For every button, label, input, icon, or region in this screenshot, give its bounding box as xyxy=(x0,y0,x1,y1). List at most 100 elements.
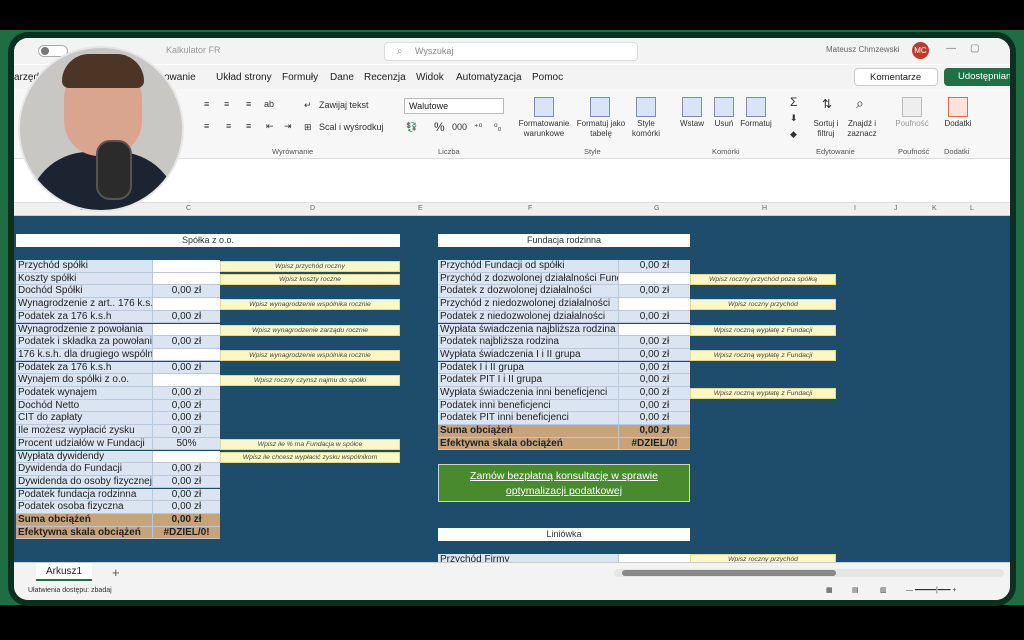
row-value[interactable]: 0,00 zł xyxy=(618,425,690,438)
minimize-icon[interactable]: — xyxy=(946,43,956,54)
row-value[interactable]: 0,00 zł xyxy=(152,310,220,324)
row-value[interactable] xyxy=(618,272,690,286)
align-right-icon[interactable]: ≡ xyxy=(246,121,251,131)
menu-formulas[interactable]: Formuły xyxy=(282,72,318,83)
row-value[interactable]: 0,00 zł xyxy=(152,463,220,476)
indent-increase-icon[interactable]: ⇥ xyxy=(284,121,292,132)
align-bottom-icon[interactable]: ≡ xyxy=(246,99,251,109)
row-value[interactable]: 0,00 zł xyxy=(152,514,220,527)
page-layout-icon[interactable]: ▤ xyxy=(852,586,859,594)
row-value[interactable]: 0,00 zł xyxy=(152,475,220,489)
percent-icon[interactable]: % xyxy=(434,120,445,134)
maximize-icon[interactable]: ▢ xyxy=(970,43,979,54)
page-break-icon[interactable]: ▥ xyxy=(880,586,887,594)
accounting-icon[interactable]: 💱 xyxy=(406,122,417,133)
row-value[interactable]: 0,00 zł xyxy=(618,387,690,400)
row-value[interactable]: 0,00 zł xyxy=(152,412,220,425)
find-select-button[interactable]: Znajdź i zaznacz xyxy=(842,119,882,139)
scrollbar-thumb[interactable] xyxy=(622,570,836,576)
row-value[interactable]: 0,00 zł xyxy=(618,374,690,387)
row-value[interactable]: 0,00 zł xyxy=(618,310,690,324)
row-value[interactable]: 0,00 zł xyxy=(618,260,690,273)
row-value[interactable] xyxy=(152,374,220,387)
zoom-slider[interactable]: — ━━━━━|━━━ + xyxy=(906,586,957,594)
row-value[interactable] xyxy=(152,450,220,464)
row-value[interactable] xyxy=(152,323,220,337)
autosum-icon[interactable]: Σ xyxy=(790,95,797,109)
col-f[interactable]: F xyxy=(528,205,532,212)
row-value[interactable]: 0,00 zł xyxy=(152,285,220,298)
col-k[interactable]: K xyxy=(932,205,937,212)
avatar[interactable]: MC xyxy=(912,42,929,59)
menu-automate[interactable]: Automatyzacja xyxy=(456,72,522,83)
menu-help[interactable]: Pomoc xyxy=(532,72,563,83)
row-value[interactable]: 0,00 zł xyxy=(618,399,690,413)
addins-button[interactable]: Dodatki xyxy=(938,119,978,129)
orientation-icon[interactable]: ab xyxy=(264,99,274,109)
row-value[interactable] xyxy=(152,260,220,273)
align-top-icon[interactable]: ≡ xyxy=(204,99,209,109)
increase-decimal-icon[interactable]: ⁺⁰ xyxy=(474,122,482,133)
consultation-link[interactable]: Zamów bezpłatną konsultację w sprawie op… xyxy=(438,464,690,502)
worksheet-grid[interactable]: Spółka z o.o. Przychód spółki Wpisz przyc… xyxy=(14,216,1010,572)
row-value[interactable] xyxy=(152,272,220,286)
col-c[interactable]: C xyxy=(186,205,191,212)
row-value[interactable] xyxy=(618,298,690,311)
row-value[interactable]: 0,00 zł xyxy=(618,336,690,349)
decrease-decimal-icon[interactable]: ⁰₀ xyxy=(494,122,501,133)
row-value[interactable]: 0,00 zł xyxy=(152,387,220,400)
align-left-icon[interactable]: ≡ xyxy=(204,121,209,131)
search-box[interactable]: ⌕ Wyszukaj xyxy=(384,42,638,61)
col-i[interactable]: I xyxy=(854,205,856,212)
col-j[interactable]: J xyxy=(894,205,898,212)
row-value[interactable] xyxy=(618,323,690,337)
number-format-select[interactable]: Walutowe xyxy=(404,98,504,114)
col-h[interactable]: H xyxy=(762,205,767,212)
row-value[interactable]: #DZIEL/0! xyxy=(152,526,220,540)
comma-style-icon[interactable]: 000 xyxy=(452,122,467,132)
row-value[interactable]: 0,00 zł xyxy=(152,488,220,502)
menu-data[interactable]: Dane xyxy=(330,72,354,83)
row-value[interactable]: 0,00 zł xyxy=(618,361,690,375)
add-sheet-icon[interactable]: + xyxy=(112,565,120,580)
sort-filter-button[interactable]: Sortuj i filtruj xyxy=(808,119,844,139)
col-e[interactable]: E xyxy=(418,205,423,212)
row-value[interactable]: #DZIEL/0! xyxy=(618,437,690,451)
row-value[interactable]: 0,00 zł xyxy=(152,361,220,375)
format-as-table-button[interactable]: Formatuj jako tabelę xyxy=(574,119,628,139)
row-value[interactable]: 0,00 zł xyxy=(152,336,220,349)
clear-icon[interactable]: ◆ xyxy=(790,129,797,140)
indent-decrease-icon[interactable]: ⇤ xyxy=(266,121,274,132)
sensitivity-button[interactable]: Poufność xyxy=(890,119,934,129)
row-value[interactable] xyxy=(152,348,220,362)
row-value[interactable]: 0,00 zł xyxy=(152,399,220,413)
align-middle-icon[interactable]: ≡ xyxy=(224,99,229,109)
col-l[interactable]: L xyxy=(970,205,974,212)
row-value[interactable]: 0,00 zł xyxy=(152,425,220,438)
sheet-tab-arkusz1[interactable]: Arkusz1 xyxy=(36,563,92,581)
row-value[interactable]: 0,00 zł xyxy=(618,348,690,362)
insert-button[interactable]: Wstaw xyxy=(674,119,710,129)
menu-review[interactable]: Recenzja xyxy=(364,72,406,83)
fill-icon[interactable]: ⬇ xyxy=(790,113,798,124)
menu-page-layout[interactable]: Układ strony xyxy=(216,72,272,83)
cell-styles-button[interactable]: Style komórki xyxy=(626,119,666,139)
format-button[interactable]: Formatuj xyxy=(736,119,776,129)
row-value[interactable] xyxy=(152,298,220,311)
comments-button[interactable]: Komentarze xyxy=(854,68,938,86)
share-button[interactable]: Udostępnianie xyxy=(944,68,1010,86)
row-value[interactable]: 0,00 zł xyxy=(152,501,220,514)
conditional-format-button[interactable]: Formatowanie warunkowe xyxy=(516,119,572,139)
row-value[interactable]: 0,00 zł xyxy=(618,285,690,298)
col-d[interactable]: D xyxy=(310,205,315,212)
normal-view-icon[interactable]: ▦ xyxy=(826,586,833,594)
accessibility-status[interactable]: Ułatwienia dostępu: zbadaj xyxy=(28,587,112,594)
row-value[interactable]: 50% xyxy=(152,437,220,451)
merge-button[interactable]: Scal i wyśrodkuj xyxy=(319,122,384,132)
menu-view[interactable]: Widok xyxy=(416,72,444,83)
horizontal-scrollbar[interactable] xyxy=(614,569,1004,577)
row-value[interactable]: 0,00 zł xyxy=(618,412,690,425)
col-g[interactable]: G xyxy=(654,205,659,212)
wrap-text-button[interactable]: Zawijaj tekst xyxy=(319,100,369,110)
align-center-icon[interactable]: ≡ xyxy=(226,121,231,131)
